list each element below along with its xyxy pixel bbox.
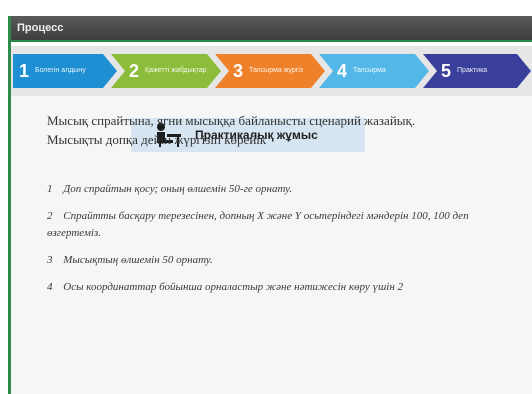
task-text: Спрайтты басқару терезесінен, допның Х ж…	[47, 210, 469, 239]
step-number: 3	[233, 60, 244, 81]
step-5[interactable]: 5 Практика	[423, 54, 531, 88]
step-label: Қажетті жабдықтар	[145, 67, 207, 74]
task-text: Доп спрайтын қосу; оның өлшемін 50-ге ор…	[63, 183, 293, 195]
steps-bar: 1 Болегін алдыну 2 Қажетті жабдықтар 3 Т…	[11, 46, 532, 96]
step-number: 2	[129, 60, 140, 81]
intro-line-1: Мысық спрайтына, ягни мысыққа байланысты…	[47, 113, 416, 128]
step-number: 5	[441, 60, 452, 81]
process-window: Процесс 1 Болегін алдыну 2 Қажетті жабды…	[8, 16, 532, 394]
task-item: 2 Спрайтты басқару терезесінен, допның Х…	[47, 208, 517, 242]
step-number: 4	[337, 60, 348, 81]
task-number: 1	[47, 183, 53, 195]
window-title: Процесс	[11, 16, 532, 42]
task-item: 4 Осы координаттар бойынша орналастыр жә…	[47, 279, 517, 296]
step-label: Практика	[457, 67, 488, 74]
task-number: 4	[47, 281, 53, 293]
task-number: 2	[47, 210, 53, 222]
step-label: Болегін алдыну	[35, 67, 86, 74]
task-item: 1 Доп спрайтын қосу; оның өлшемін 50-ге …	[47, 181, 517, 198]
task-number: 3	[47, 254, 53, 266]
task-text: Мысықтың өлшемін 50 орнату.	[63, 254, 213, 266]
step-label: Тапсырма	[353, 67, 386, 74]
task-text: Осы координаттар бойынша орналастыр және…	[63, 281, 404, 293]
step-label: Тапсырма жүргіз	[249, 67, 304, 74]
step-number: 1	[19, 60, 30, 81]
lesson-content: Мысық спрайтына, ягни мысыққа байланысты…	[47, 111, 517, 306]
step-2[interactable]: 2 Қажетті жабдықтар	[111, 54, 221, 88]
task-item: 3 Мысықтың өлшемін 50 орнату.	[47, 252, 517, 269]
step-4[interactable]: 4 Тапсырма	[319, 54, 429, 88]
intro-text: Мысық спрайтына, ягни мысыққа байланысты…	[47, 111, 517, 149]
step-3[interactable]: 3 Тапсырма жүргіз	[215, 54, 325, 88]
step-1[interactable]: 1 Болегін алдыну	[13, 54, 117, 88]
intro-line-2: Мысықты допқа дейін жүргізіп көрейік	[47, 132, 267, 147]
